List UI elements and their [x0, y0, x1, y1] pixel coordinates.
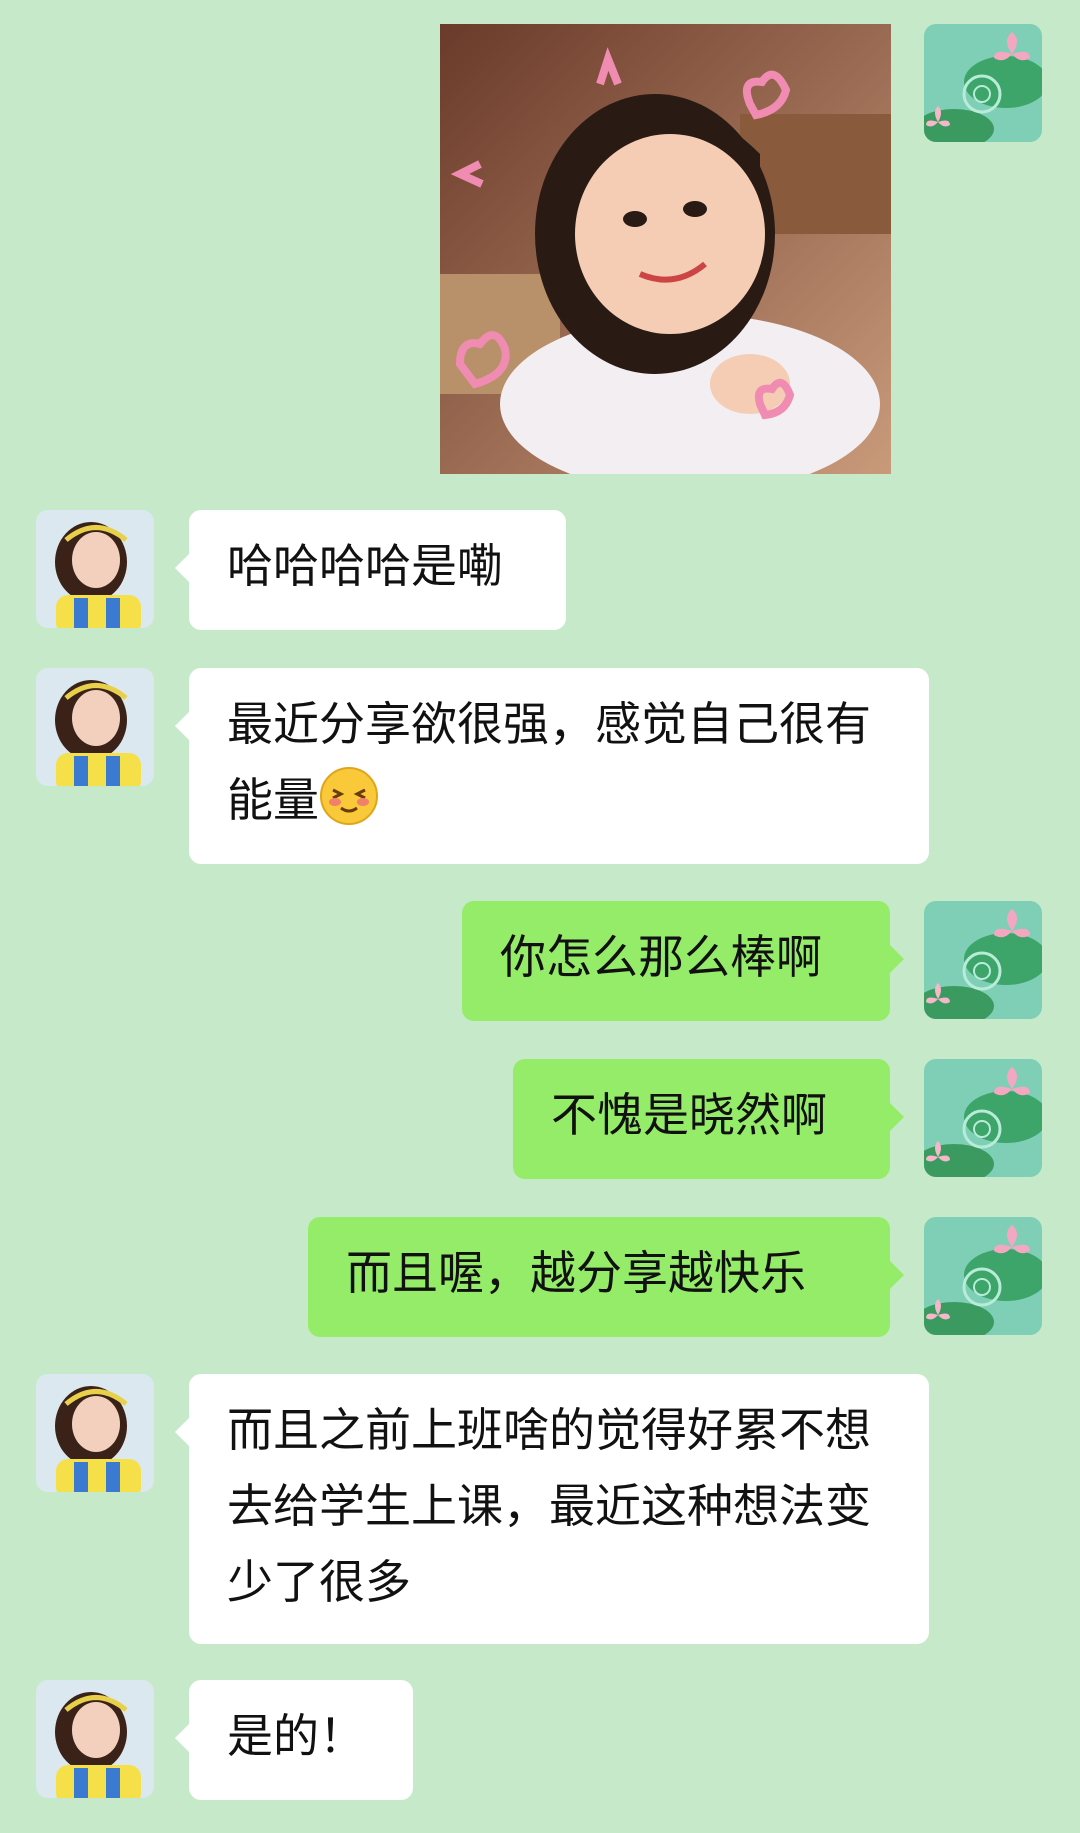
- message-bubble-incoming[interactable]: 而且之前上班啥的觉得好累不想去给学生上课，最近这种想法变少了很多: [175, 1374, 929, 1644]
- girl-yellow-shirt-avatar-icon: [36, 510, 154, 628]
- message-bubble-outgoing[interactable]: 你怎么那么棒啊: [462, 901, 904, 1021]
- message-text: 你怎么那么棒啊: [500, 930, 822, 984]
- image-message-sticker[interactable]: [440, 24, 891, 474]
- self-avatar[interactable]: [924, 901, 1042, 1019]
- message-text: 是的！: [227, 1709, 365, 1763]
- message-bubble-incoming[interactable]: 是的！: [175, 1680, 413, 1800]
- lotus-pond-avatar-icon: [924, 1217, 1042, 1335]
- girl-yellow-shirt-avatar-icon: [36, 1374, 154, 1492]
- message-bubble-incoming[interactable]: 哈哈哈哈是嘞: [175, 510, 566, 630]
- contact-avatar[interactable]: [36, 510, 154, 628]
- message-text: 而且之前上班啥的觉得好累不想去给学生上课，最近这种想法变少了很多: [227, 1403, 871, 1609]
- girl-yellow-shirt-avatar-icon: [36, 1680, 154, 1798]
- message-text: 哈哈哈哈是嘞: [227, 539, 503, 593]
- smiling-blush-emoji-icon: [320, 767, 378, 825]
- contact-avatar[interactable]: [36, 1374, 154, 1492]
- message-bubble-outgoing[interactable]: 不愧是晓然啊: [513, 1059, 904, 1179]
- lotus-pond-avatar-icon: [924, 1059, 1042, 1177]
- lotus-pond-avatar-icon: [924, 24, 1042, 142]
- sticker-child-hearts-image: [440, 24, 891, 474]
- self-avatar[interactable]: [924, 24, 1042, 142]
- lotus-pond-avatar-icon: [924, 901, 1042, 1019]
- message-text: 而且喔，越分享越快乐: [346, 1246, 806, 1300]
- contact-avatar[interactable]: [36, 668, 154, 786]
- message-bubble-outgoing[interactable]: 而且喔，越分享越快乐: [308, 1217, 904, 1337]
- self-avatar[interactable]: [924, 1059, 1042, 1177]
- message-text: 不愧是晓然啊: [551, 1088, 827, 1142]
- message-bubble-incoming[interactable]: 最近分享欲很强，感觉自己很有能量: [175, 668, 929, 864]
- contact-avatar[interactable]: [36, 1680, 154, 1798]
- chat-area: 哈哈哈哈是嘞 最近分享欲很强，感觉自己很有能量 你怎么那么棒啊 不愧是晓然啊 而…: [0, 0, 1080, 1833]
- girl-yellow-shirt-avatar-icon: [36, 668, 154, 786]
- self-avatar[interactable]: [924, 1217, 1042, 1335]
